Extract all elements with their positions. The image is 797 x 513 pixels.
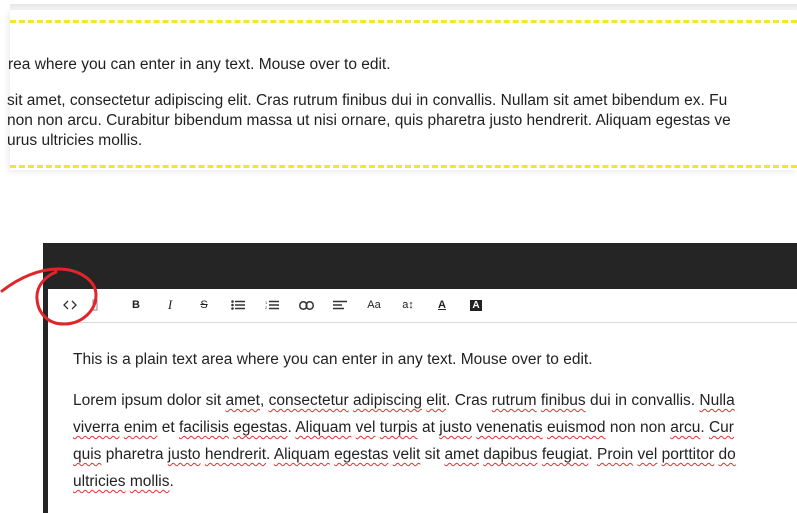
content-paragraph-2: Lorem ipsum dolor sit amet, consectetur … — [73, 387, 797, 495]
content-line: ultricies mollis. — [73, 473, 174, 490]
misspelled-word[interactable]: justo — [168, 446, 201, 463]
misspelled-word[interactable]: ultricies — [73, 473, 126, 490]
misspelled-word[interactable]: hendrerit — [205, 446, 266, 463]
misspelled-word[interactable]: adipiscing — [353, 392, 422, 409]
font-family-icon[interactable]: Aa — [363, 295, 385, 315]
misspelled-word[interactable]: vel — [638, 446, 658, 463]
misspelled-word[interactable]: do — [719, 446, 736, 463]
misspelled-word[interactable]: quis — [73, 446, 101, 463]
misspelled-word[interactable]: Proin — [597, 446, 633, 463]
misspelled-word[interactable]: porttitor — [662, 446, 715, 463]
misspelled-word[interactable]: enim — [124, 419, 158, 436]
bold-icon[interactable]: B — [125, 295, 147, 315]
misspelled-word[interactable]: venenatis — [476, 419, 542, 436]
align-left-icon[interactable] — [329, 295, 351, 315]
misspelled-word[interactable]: egestas — [334, 446, 388, 463]
code-view-icon[interactable] — [59, 295, 81, 315]
dashed-border-bottom — [10, 165, 797, 168]
misspelled-word[interactable]: viverra — [73, 419, 120, 436]
misspelled-word[interactable]: Cur — [709, 419, 734, 436]
misspelled-word[interactable]: euismod — [547, 419, 606, 436]
misspelled-word[interactable]: finibus — [541, 392, 586, 409]
misspelled-word[interactable]: mollis — [130, 473, 170, 490]
rich-text-editor[interactable]: B I S 12 Aa a↕ A A This is a plain text … — [43, 243, 797, 513]
misspelled-word[interactable]: amet — [225, 392, 259, 409]
misspelled-word[interactable]: elit — [426, 392, 446, 409]
dashed-border-top — [10, 20, 797, 23]
editor-content[interactable]: This is a plain text area where you can … — [73, 351, 797, 495]
content-line: quis pharetra justo hendrerit. Aliquam e… — [73, 446, 736, 463]
misspelled-word[interactable]: Aliquam — [274, 446, 330, 463]
misspelled-word[interactable]: justo — [439, 419, 472, 436]
toolbar-separator-icon — [90, 295, 100, 315]
background-color-glyph: A — [470, 299, 482, 311]
svg-text:2: 2 — [265, 305, 268, 310]
misspelled-word[interactable]: arcu — [670, 419, 700, 436]
italic-icon[interactable]: I — [159, 295, 181, 315]
misspelled-word[interactable]: Nulla — [699, 392, 734, 409]
misspelled-word[interactable]: turpis — [380, 419, 418, 436]
bullet-list-icon[interactable] — [227, 295, 249, 315]
content-line: Lorem ipsum dolor sit amet, consectetur … — [73, 392, 735, 409]
misspelled-word[interactable]: dapibus — [483, 446, 537, 463]
link-icon[interactable] — [295, 295, 317, 315]
preview-line: non non arcu. Curabitur bibendum massa u… — [7, 112, 731, 129]
misspelled-word[interactable]: consectetur — [269, 392, 349, 409]
numbered-list-icon[interactable]: 12 — [261, 295, 283, 315]
editor-toolbar: B I S 12 Aa a↕ A A — [48, 289, 797, 323]
misspelled-word[interactable]: rutrum — [492, 392, 537, 409]
strikethrough-icon[interactable]: S — [193, 295, 215, 315]
misspelled-word[interactable]: Aliquam — [295, 419, 351, 436]
misspelled-word[interactable]: feugiat — [542, 446, 589, 463]
content-paragraph-1: This is a plain text area where you can … — [73, 351, 593, 368]
text-preview-area[interactable]: rea where you can enter in any text. Mou… — [7, 10, 797, 170]
misspelled-word[interactable]: egestas — [233, 419, 287, 436]
misspelled-word[interactable]: amet — [444, 446, 478, 463]
misspelled-word[interactable]: velit — [393, 446, 421, 463]
preview-line: rea where you can enter in any text. Mou… — [8, 56, 391, 73]
content-line: viverra enim et facilisis egestas. Aliqu… — [73, 419, 734, 436]
preview-line: urus ultricies mollis. — [7, 132, 143, 149]
preview-line: sit amet, consectetur adipiscing elit. C… — [7, 92, 728, 109]
editor-header-bar — [43, 243, 797, 289]
font-size-icon[interactable]: a↕ — [397, 295, 419, 315]
misspelled-word[interactable]: vel — [356, 419, 376, 436]
text-color-icon[interactable]: A — [431, 295, 453, 315]
misspelled-word[interactable]: facilisis — [179, 419, 229, 436]
background-color-icon[interactable]: A — [465, 295, 487, 315]
